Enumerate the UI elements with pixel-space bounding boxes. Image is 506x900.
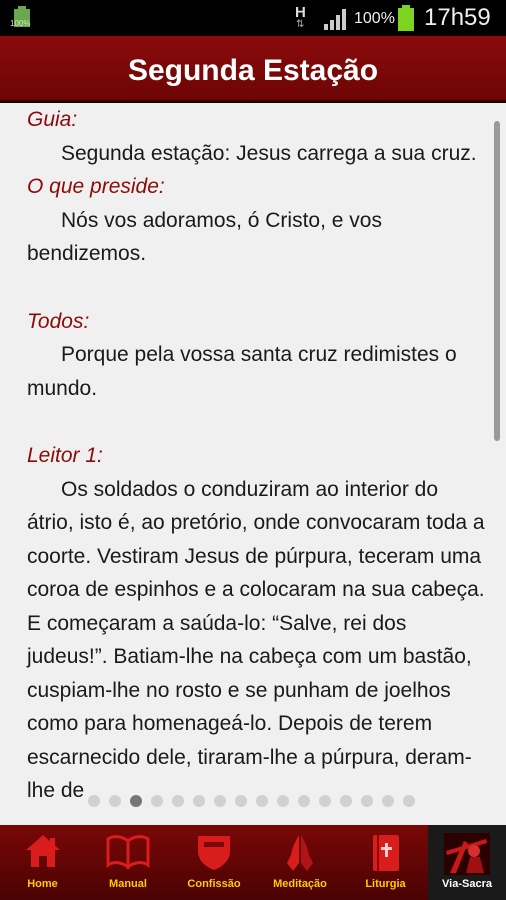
cross-bearing-icon <box>444 833 490 875</box>
title-bar: Segunda Estação <box>0 36 506 102</box>
reading-content[interactable]: Guia: Segunda estação: Jesus carrega a s… <box>0 103 506 825</box>
page-dot <box>382 795 394 807</box>
bible-icon <box>372 835 399 871</box>
nav-label: Via-Sacra <box>442 878 492 890</box>
home-icon <box>25 835 60 867</box>
speaker-label: Guia: <box>27 108 78 131</box>
nav-confissao[interactable]: Confissão <box>171 825 257 900</box>
page-title: Segunda Estação <box>127 54 379 87</box>
page-dot <box>193 795 205 807</box>
nav-label: Confissão <box>187 878 241 890</box>
speaker-label: O que preside: <box>27 175 165 198</box>
status-time: 17h59 <box>424 4 491 31</box>
status-bar: 100% H ⇅ 100% 17h59 <box>0 0 506 36</box>
page-dot <box>214 795 226 807</box>
nav-label: Home <box>27 878 58 890</box>
page-indicator <box>88 795 428 811</box>
page-dot <box>298 795 310 807</box>
page-dot <box>235 795 247 807</box>
page-dot <box>88 795 100 807</box>
reading-paragraph: Porque pela vossa santa cruz redimistes … <box>27 343 457 400</box>
nav-home[interactable]: Home <box>0 825 85 900</box>
page-dot <box>319 795 331 807</box>
scrollbar-thumb[interactable] <box>494 121 500 441</box>
speaker-label: Leitor 1: <box>27 444 103 467</box>
battery-notification-label: 100% <box>10 19 31 28</box>
bottom-nav: Home Manual Confissão Meditação Liturgia <box>0 825 506 900</box>
nav-label: Manual <box>109 878 147 890</box>
page-dot <box>151 795 163 807</box>
page-dot <box>361 795 373 807</box>
signal-strength-icon <box>324 8 350 30</box>
nav-meditacao[interactable]: Meditação <box>257 825 343 900</box>
nav-via-sacra[interactable]: Via-Sacra <box>428 825 506 900</box>
data-activity-icon: ⇅ <box>296 19 305 30</box>
nav-label: Meditação <box>273 878 327 890</box>
page-dot <box>340 795 352 807</box>
reading-text: Guia: Segunda estação: Jesus carrega a s… <box>27 103 487 808</box>
shield-icon <box>198 836 230 870</box>
reading-paragraph: Nós vos adoramos, ó Cristo, e vos bendiz… <box>27 208 382 266</box>
page-dot <box>130 795 142 807</box>
battery-icon <box>398 5 414 31</box>
nav-liturgia[interactable]: Liturgia <box>343 825 428 900</box>
reading-paragraph: Segunda estação: Jesus carrega a sua cru… <box>61 141 477 165</box>
page-dot <box>403 795 415 807</box>
reading-paragraph: Os soldados o conduziram ao interior do … <box>27 477 485 803</box>
speaker-label: Todos: <box>27 309 90 333</box>
praying-hands-icon <box>287 835 313 871</box>
book-icon <box>106 835 150 869</box>
page-dot <box>109 795 121 807</box>
battery-percentage: 100% <box>354 10 395 27</box>
page-dot <box>172 795 184 807</box>
nav-manual[interactable]: Manual <box>85 825 171 900</box>
nav-label: Liturgia <box>365 878 406 890</box>
page-dot <box>277 795 289 807</box>
battery-notification-icon: 100% <box>10 6 34 30</box>
page-dot <box>256 795 268 807</box>
